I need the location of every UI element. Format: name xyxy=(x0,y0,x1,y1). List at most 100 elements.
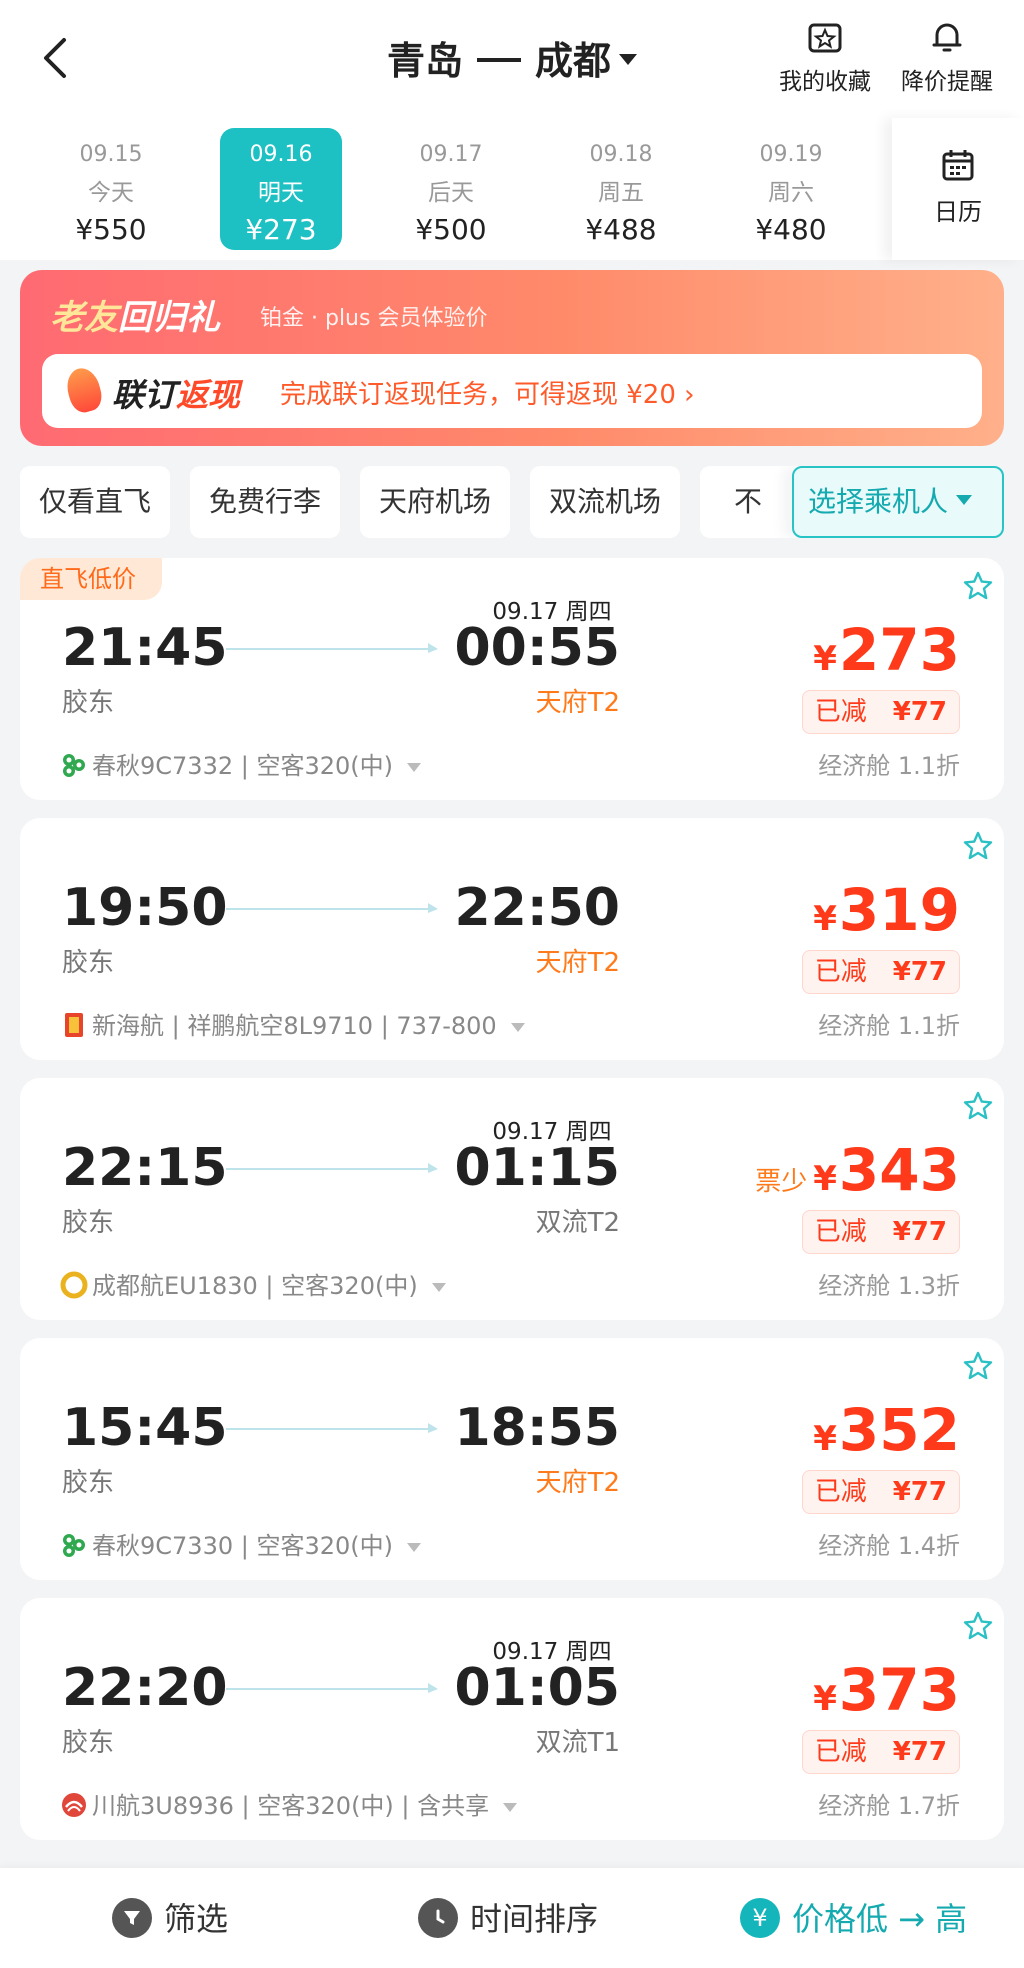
discount-badge: 已减 ¥77 xyxy=(801,690,960,734)
date-day: 周六 xyxy=(768,180,814,206)
discount-amount: ¥77 xyxy=(892,957,947,987)
expand-icon[interactable] xyxy=(431,1282,446,1292)
price-value: 343 xyxy=(838,1136,960,1204)
date-cell[interactable]: 09.15 今天 ¥550 xyxy=(50,128,172,250)
airline-text: 春秋9C7330 | 空客320(中) xyxy=(92,1532,393,1560)
price: ¥352 xyxy=(813,1396,960,1464)
yen-icon: ¥ xyxy=(740,1898,780,1938)
time-sort-button[interactable]: 时间排序 xyxy=(418,1896,598,1942)
airline-text: 新海航 | 祥鹏航空8L9710 | 737-800 xyxy=(92,1012,497,1040)
spring-airlines-logo-icon xyxy=(63,1534,85,1557)
time-sort-label: 时间排序 xyxy=(470,1900,599,1938)
arrival-airport: 双流T2 xyxy=(535,1208,620,1238)
discount-badge: 已减 ¥77 xyxy=(801,1730,960,1774)
flight-card[interactable]: 19:50 22:50 胶东 天府T2 新海航 | 祥鹏航空8L9710 | 7… xyxy=(20,818,1004,1060)
flight-arrow-icon xyxy=(226,1683,438,1693)
filter-button[interactable]: 筛选 xyxy=(112,1896,228,1942)
calendar-button[interactable]: 日历 xyxy=(892,118,1024,260)
arrival-airport: 天府T2 xyxy=(535,1468,620,1498)
date-cell[interactable]: 09.17 后天 ¥500 xyxy=(390,128,512,250)
star-icon[interactable] xyxy=(962,1090,994,1122)
date-text: 09.19 xyxy=(759,142,823,167)
yen-symbol: ¥ xyxy=(813,639,837,679)
date-text: 09.17 xyxy=(419,142,483,167)
airline-info: 春秋9C7332 | 空客320(中) xyxy=(60,746,421,781)
airline-info: 春秋9C7330 | 空客320(中) xyxy=(60,1526,421,1561)
price: ¥373 xyxy=(813,1656,960,1724)
cabin-class: 经济舱 1.1折 xyxy=(818,752,960,780)
departure-airport: 胶东 xyxy=(62,948,115,978)
airline-text: 春秋9C7332 | 空客320(中) xyxy=(92,752,393,780)
departure-time: 15:45 xyxy=(62,1398,228,1458)
few-tickets-label: 票少 xyxy=(755,1167,808,1197)
spring-airlines-logo-icon xyxy=(63,754,85,777)
flight-arrow-icon xyxy=(226,903,438,913)
expand-icon[interactable] xyxy=(406,762,421,772)
chip-tianfu-airport[interactable]: 天府机场 xyxy=(360,466,510,538)
price-alert-button[interactable]: 降价提醒 xyxy=(892,20,1002,96)
expand-icon[interactable] xyxy=(510,1022,525,1032)
filter-icon xyxy=(112,1898,152,1938)
date-price: ¥550 xyxy=(75,213,147,246)
flame-icon xyxy=(62,364,106,416)
star-icon[interactable] xyxy=(962,1350,994,1382)
direct-low-price-tag: 直飞低价 xyxy=(20,558,162,600)
date-day: 今天 xyxy=(88,180,134,206)
flight-card[interactable]: 09.17 周四 22:15 01:15 胶东 双流T2 成都航EU1830 |… xyxy=(20,1078,1004,1320)
discount-badge: 已减 ¥77 xyxy=(801,1470,960,1514)
price: ¥273 xyxy=(813,616,960,684)
select-passenger-button[interactable]: 选择乘机人 xyxy=(792,466,1004,538)
arrival-time: 00:55 xyxy=(454,618,620,678)
flight-arrow-icon xyxy=(226,1423,438,1433)
yen-symbol: ¥ xyxy=(813,1419,837,1459)
date-day: 明天 xyxy=(258,180,304,206)
promo-banner[interactable]: 老友回归礼 铂金 · plus 会员体验价 联订返现 完成联订返现任务，可得返现… xyxy=(20,270,1004,446)
arrival-time: 01:05 xyxy=(454,1658,620,1718)
date-cell[interactable]: 09.18 周五 ¥488 xyxy=(560,128,682,250)
price-alert-label: 降价提醒 xyxy=(901,69,993,95)
bottom-bar: 筛选 时间排序 ¥ 价格低 → 高 xyxy=(0,1868,1024,1968)
price-sort-button[interactable]: ¥ 价格低 → 高 xyxy=(740,1896,967,1942)
expand-icon[interactable] xyxy=(503,1802,518,1812)
filter-label: 筛选 xyxy=(164,1900,229,1938)
discount-label: 已减 xyxy=(814,697,867,727)
promo-title-b: 回归礼 xyxy=(118,298,220,338)
date-price: ¥273 xyxy=(245,213,317,246)
date-cell[interactable]: 09.19 周六 ¥480 xyxy=(730,128,852,250)
date-text: 09.15 xyxy=(79,142,143,167)
airline-text: 成都航EU1830 | 空客320(中) xyxy=(92,1272,418,1300)
favorites-button[interactable]: 我的收藏 xyxy=(770,20,880,96)
yen-symbol: ¥ xyxy=(813,1159,837,1199)
date-cell-selected[interactable]: 09.16 明天 ¥273 xyxy=(220,128,342,250)
date-text: 09.16 xyxy=(249,142,313,167)
discount-label: 已减 xyxy=(814,1217,867,1247)
chip-direct[interactable]: 仅看直飞 xyxy=(20,466,170,538)
expand-icon[interactable] xyxy=(406,1542,421,1552)
promo-subtitle: 铂金 · plus 会员体验价 xyxy=(260,306,488,331)
departure-airport: 胶东 xyxy=(62,688,115,718)
destination-city: 成都 xyxy=(535,39,612,83)
yen-symbol: ¥ xyxy=(813,899,837,939)
chip-free-baggage[interactable]: 免费行李 xyxy=(190,466,340,538)
cabin-class: 经济舱 1.7折 xyxy=(818,1792,960,1820)
favorites-icon xyxy=(808,23,842,53)
flight-card[interactable]: 09.17 周四 22:20 01:05 胶东 双流T1 川航3U8936 | … xyxy=(20,1598,1004,1840)
date-price: ¥500 xyxy=(415,213,487,246)
discount-amount: ¥77 xyxy=(892,1477,947,1507)
clock-icon xyxy=(418,1898,458,1938)
flight-card[interactable]: 直飞低价 09.17 周四 21:45 00:55 胶东 天府T2 春秋9C73… xyxy=(20,558,1004,800)
star-icon[interactable] xyxy=(962,570,994,602)
price: ¥319 xyxy=(813,876,960,944)
flight-card[interactable]: 15:45 18:55 胶东 天府T2 春秋9C7330 | 空客320(中) … xyxy=(20,1338,1004,1580)
star-icon[interactable] xyxy=(962,830,994,862)
date-day: 后天 xyxy=(428,180,474,206)
cashback-row[interactable]: 联订返现 完成联订返现任务，可得返现 ¥20 › xyxy=(42,354,982,428)
star-icon[interactable] xyxy=(962,1610,994,1642)
discount-amount: ¥77 xyxy=(892,697,947,727)
airline-info: 新海航 | 祥鹏航空8L9710 | 737-800 xyxy=(60,1006,525,1041)
favorites-label: 我的收藏 xyxy=(779,69,871,95)
caret-down-icon xyxy=(956,495,973,505)
chip-shuangliu-airport[interactable]: 双流机场 xyxy=(530,466,680,538)
caret-down-icon xyxy=(619,54,638,65)
flight-arrow-icon xyxy=(226,643,438,653)
